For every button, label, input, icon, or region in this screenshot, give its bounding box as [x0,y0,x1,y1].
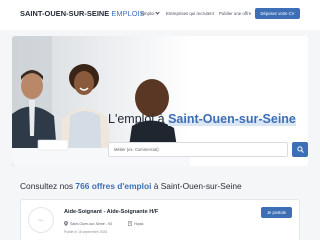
nav-emploi[interactable]: Emploi [141,10,161,16]
hero-title-city: Saint-Ouen-sur-Seine [168,112,296,126]
chevron-down-icon [155,10,161,15]
search-placeholder: Métier (ex. Commercial) [114,147,159,152]
company-logo: logo [28,207,54,233]
nav-emploi-label: Emploi [141,11,155,16]
search-icon [296,146,304,153]
building-icon [128,221,132,226]
hero-title: L'emploi à Saint-Ouen-sur-Seine [108,112,296,126]
job-card[interactable] [20,199,300,240]
offers-heading-prefix: Consultez nos [20,181,74,191]
location-pin-icon [64,221,68,226]
logo-main-text: SAINT-OUEN-SUR-SEINE [20,9,110,18]
offers-count[interactable]: 766 offres d'emploi [75,181,151,191]
search-button[interactable] [292,142,308,157]
hero-title-prefix: L'emploi à [108,112,165,126]
nav-entreprises[interactable]: Entreprises qui recrutent [166,11,214,16]
site-logo[interactable]: SAINT-OUEN-SUR-SEINE EMPLOIS [20,9,145,18]
job-company: Hopia [128,221,143,226]
job-company-text: Hopia [134,221,144,226]
deposit-cv-button[interactable]: Déposez votre CV [255,8,300,19]
job-location: Saint-Ouen-sur-Seine - 93 [64,221,112,226]
nav-publier-offre[interactable]: Publier une offre [219,11,251,16]
company-logo-text: logo [38,218,44,222]
job-location-text: Saint-Ouen-sur-Seine - 93 [70,221,112,226]
job-title[interactable]: Aide-Soignant - Aide-Soignante H/F [64,209,158,215]
apply-button[interactable]: Je postule [261,207,292,218]
job-search-input[interactable]: Métier (ex. Commercial) [108,142,288,157]
site-header: SAINT-OUEN-SUR-SEINE EMPLOIS Emploi Entr… [0,0,320,30]
job-date: Publié le 16 septembre 2025 [64,230,108,234]
logo-accent-text: EMPLOIS [111,9,145,18]
offers-heading: Consultez nos 766 offres d'emploi à Sain… [20,181,242,191]
offers-heading-suffix: à Saint-Ouen-sur-Seine [153,181,242,191]
